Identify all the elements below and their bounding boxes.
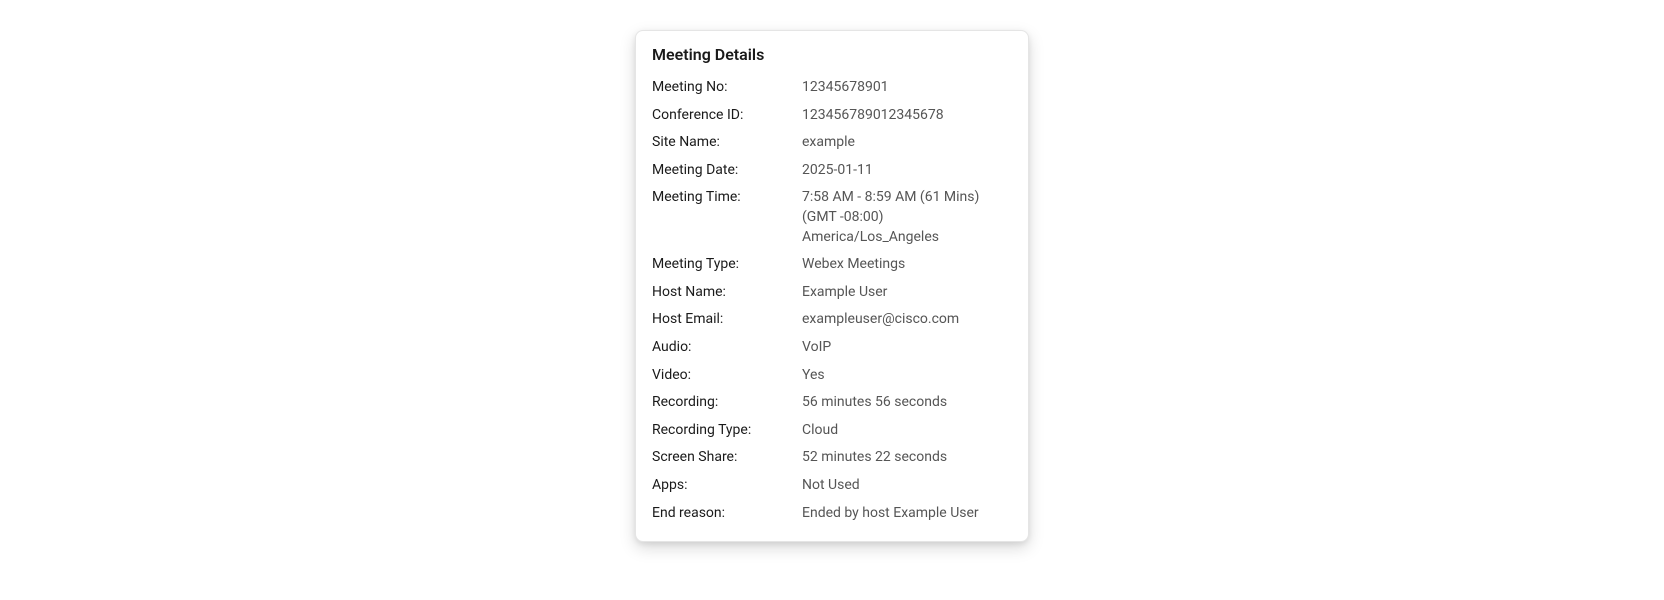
detail-row: Site Name: example <box>652 129 1012 157</box>
detail-label: Meeting No: <box>652 78 802 98</box>
detail-label: End reason: <box>652 504 802 524</box>
card-title: Meeting Details <box>652 45 1012 64</box>
detail-value: 12345678901 <box>802 78 1012 98</box>
detail-value: Cloud <box>802 421 1012 441</box>
detail-value: 2025-01-11 <box>802 161 1012 181</box>
detail-row: Meeting Type: Webex Meetings <box>652 251 1012 279</box>
detail-value: exampleuser@cisco.com <box>802 310 1012 330</box>
detail-value: Yes <box>802 366 1012 386</box>
detail-label: Site Name: <box>652 133 802 153</box>
detail-row: End reason: Ended by host Example User <box>652 500 1012 528</box>
detail-row: Host Name: Example User <box>652 279 1012 307</box>
detail-row: Apps: Not Used <box>652 472 1012 500</box>
detail-label: Meeting Date: <box>652 161 802 181</box>
detail-label: Audio: <box>652 338 802 358</box>
detail-label: Meeting Time: <box>652 188 802 208</box>
detail-row: Screen Share: 52 minutes 22 seconds <box>652 444 1012 472</box>
detail-value: example <box>802 133 1012 153</box>
detail-label: Recording: <box>652 393 802 413</box>
detail-value: Example User <box>802 283 1012 303</box>
detail-label: Host Email: <box>652 310 802 330</box>
detail-row: Host Email: exampleuser@cisco.com <box>652 306 1012 334</box>
detail-label: Apps: <box>652 476 802 496</box>
detail-value: 52 minutes 22 seconds <box>802 448 1012 468</box>
detail-row: Meeting Time: 7:58 AM - 8:59 AM (61 Mins… <box>652 184 1012 251</box>
detail-value: 56 minutes 56 seconds <box>802 393 1012 413</box>
detail-value: 7:58 AM - 8:59 AM (61 Mins) (GMT -08:00)… <box>802 188 1012 247</box>
detail-value: Ended by host Example User <box>802 504 1012 524</box>
detail-value: Webex Meetings <box>802 255 1012 275</box>
detail-row: Meeting Date: 2025-01-11 <box>652 157 1012 185</box>
detail-row: Video: Yes <box>652 362 1012 390</box>
detail-label: Conference ID: <box>652 106 802 126</box>
detail-value: VoIP <box>802 338 1012 358</box>
detail-label: Video: <box>652 366 802 386</box>
detail-label: Recording Type: <box>652 421 802 441</box>
detail-row: Recording: 56 minutes 56 seconds <box>652 389 1012 417</box>
detail-row: Meeting No: 12345678901 <box>652 74 1012 102</box>
detail-label: Meeting Type: <box>652 255 802 275</box>
meeting-details-card: Meeting Details Meeting No: 12345678901 … <box>635 30 1029 542</box>
detail-row: Recording Type: Cloud <box>652 417 1012 445</box>
detail-row: Audio: VoIP <box>652 334 1012 362</box>
detail-value: 123456789012345678 <box>802 106 1012 126</box>
detail-value: Not Used <box>802 476 1012 496</box>
detail-row: Conference ID: 123456789012345678 <box>652 102 1012 130</box>
detail-label: Screen Share: <box>652 448 802 468</box>
detail-label: Host Name: <box>652 283 802 303</box>
